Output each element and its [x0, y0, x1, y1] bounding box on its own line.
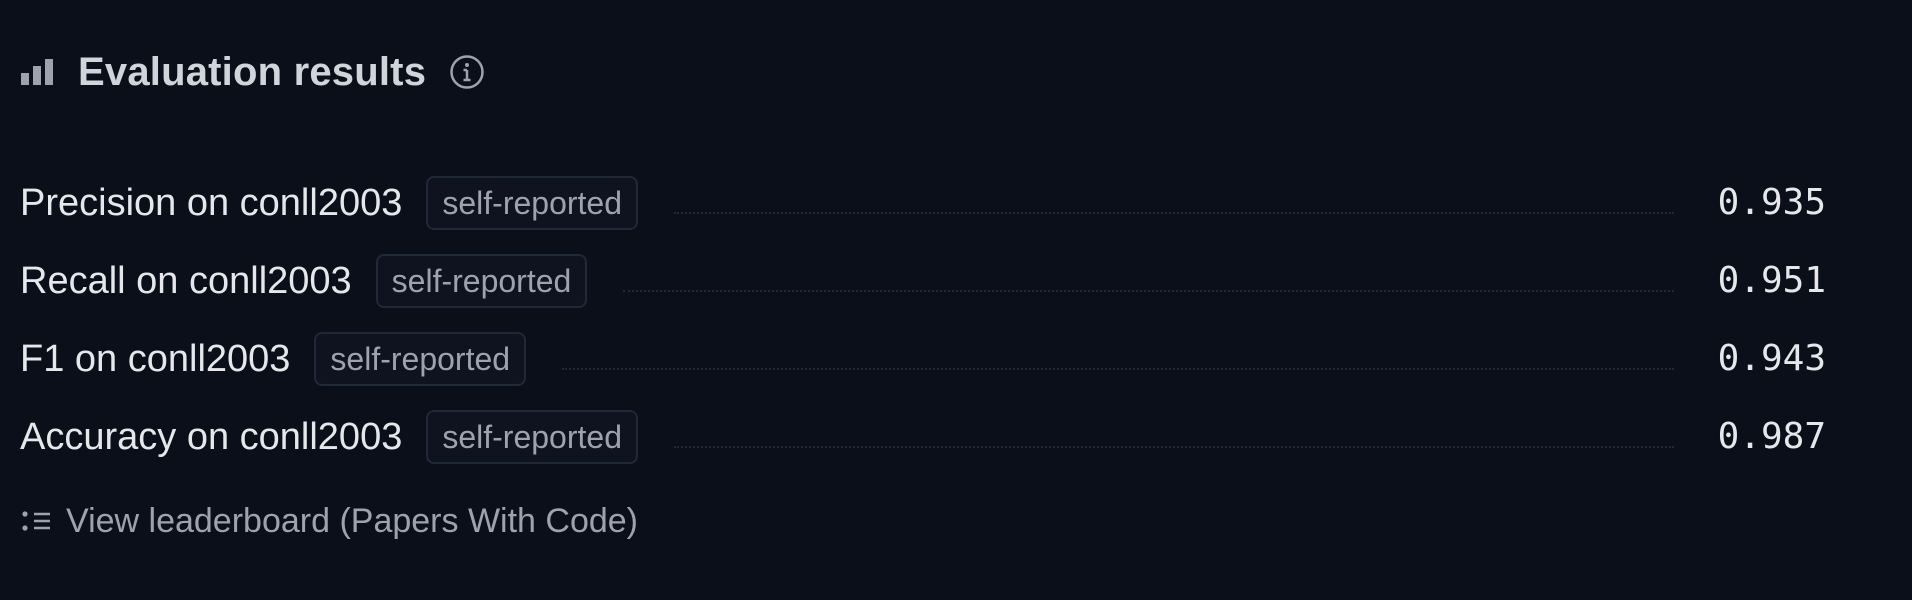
result-row-accuracy: Accuracy on conll2003 self-reported 0.98…: [20, 398, 1842, 476]
metric-name[interactable]: F1 on conll2003: [20, 340, 290, 378]
metric-name[interactable]: Precision on conll2003: [20, 184, 402, 222]
results-list: Precision on conll2003 self-reported 0.9…: [20, 164, 1842, 476]
self-reported-badge: self-reported: [314, 332, 527, 386]
metric-value: 0.951: [1717, 260, 1826, 301]
self-reported-badge: self-reported: [426, 410, 638, 464]
self-reported-badge: self-reported: [426, 176, 638, 230]
list-icon: [20, 505, 54, 539]
metric-value: 0.943: [1717, 338, 1826, 379]
metric-value: 0.935: [1717, 182, 1826, 223]
view-leaderboard-label: View leaderboard (Papers With Code): [66, 502, 638, 540]
metric-name[interactable]: Recall on conll2003: [20, 262, 352, 300]
dotted-leader: [674, 212, 1674, 214]
evaluation-results-panel: Evaluation results Precision on conll200…: [0, 0, 1912, 600]
dotted-leader: [562, 368, 1674, 370]
bar-chart-icon: [20, 55, 54, 89]
result-row-precision: Precision on conll2003 self-reported 0.9…: [20, 164, 1842, 242]
metric-value: 0.987: [1717, 416, 1826, 457]
metric-name[interactable]: Accuracy on conll2003: [20, 418, 402, 456]
dotted-leader: [673, 446, 1674, 448]
section-title: Evaluation results: [78, 50, 427, 94]
info-icon[interactable]: [448, 53, 486, 91]
self-reported-badge: self-reported: [375, 254, 588, 308]
view-leaderboard-link[interactable]: View leaderboard (Papers With Code): [20, 502, 638, 541]
result-row-f1: F1 on conll2003 self-reported 0.943: [20, 320, 1842, 398]
result-row-recall: Recall on conll2003 self-reported 0.951: [20, 242, 1842, 320]
evaluation-results-header: Evaluation results: [20, 40, 1912, 104]
dotted-leader: [623, 290, 1674, 292]
